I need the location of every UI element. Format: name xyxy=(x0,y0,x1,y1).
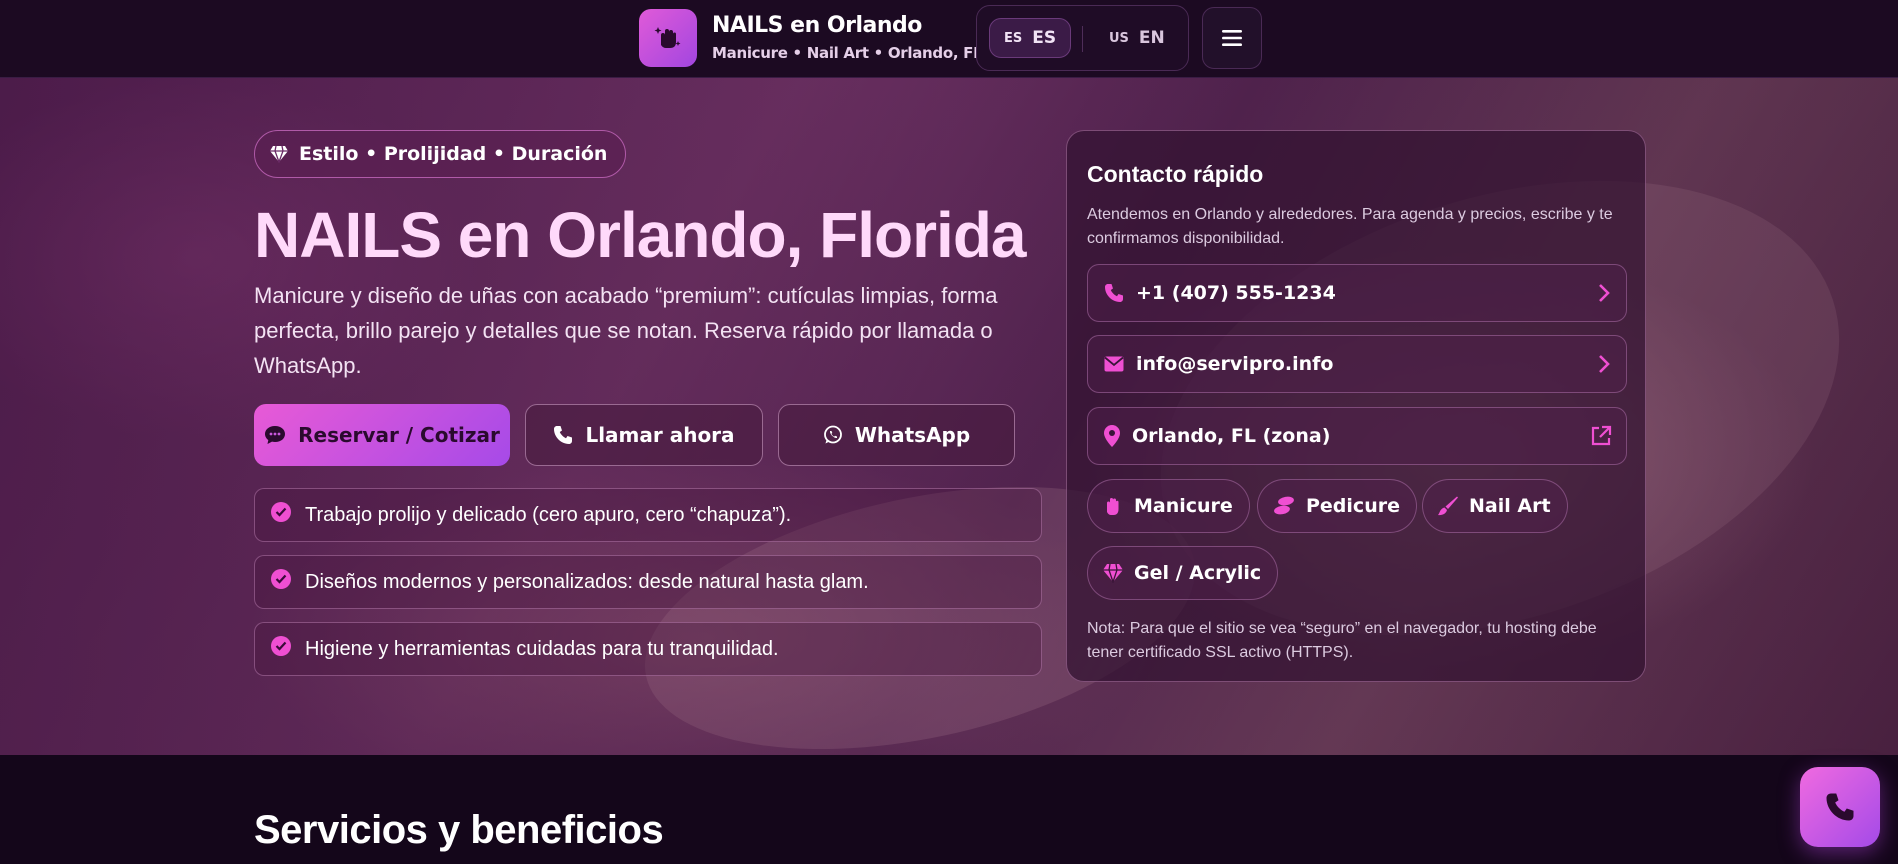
footprints-icon xyxy=(1274,496,1294,515)
gem-icon xyxy=(270,145,288,163)
flag-es-icon: ES xyxy=(1004,30,1023,46)
top-navbar: NAILS en Orlando Manicure • Nail Art • O… xyxy=(0,0,1898,78)
contact-location-text: Orlando, FL (zona) xyxy=(1132,425,1331,447)
service-chip-pedicure[interactable]: Pedicure xyxy=(1257,479,1417,533)
language-en-button[interactable]: US EN xyxy=(1095,18,1179,58)
whatsapp-button[interactable]: WhatsApp xyxy=(778,404,1015,466)
menu-button[interactable] xyxy=(1202,7,1262,69)
hero-section: Estilo • Prolijidad • Duración NAILS en … xyxy=(0,78,1898,755)
feature-item: Diseños modernos y personalizados: desde… xyxy=(254,555,1042,609)
brand-subtitle: Manicure • Nail Art • Orlando, FL xyxy=(712,44,983,62)
flag-us-icon: US xyxy=(1109,30,1129,46)
brand-title[interactable]: NAILS en Orlando xyxy=(712,13,922,38)
feature-text: Diseños modernos y personalizados: desde… xyxy=(305,570,869,593)
brand-logo[interactable] xyxy=(639,9,697,67)
chevron-right-icon xyxy=(1599,284,1610,302)
contact-location-link[interactable]: Orlando, FL (zona) xyxy=(1087,407,1627,465)
quick-contact-description: Atendemos en Orlando y alrededores. Para… xyxy=(1087,206,1613,247)
phone-icon xyxy=(554,426,573,444)
language-divider xyxy=(1082,26,1083,52)
check-circle-icon xyxy=(271,636,291,656)
chat-bubble-icon xyxy=(265,426,286,444)
tagline-badge: Estilo • Prolijidad • Duración xyxy=(254,130,627,178)
ssl-note: Nota: Para que el sitio se vea “seguro” … xyxy=(1087,620,1597,661)
service-chip-label: Nail Art xyxy=(1469,495,1551,517)
phone-icon xyxy=(1826,793,1854,821)
service-chip-label: Gel / Acrylic xyxy=(1134,562,1262,584)
language-switcher: ES ES US EN xyxy=(976,5,1189,71)
services-section-title: Servicios y beneficios xyxy=(254,808,664,852)
hero-title: NAILS en Orlando, Florida xyxy=(254,199,1026,271)
language-code: EN xyxy=(1138,28,1165,48)
feature-item: Trabajo prolijo y delicado (cero apuro, … xyxy=(254,488,1042,542)
sparkle-hand-icon xyxy=(654,27,681,48)
feature-text: Trabajo prolijo y delicado (cero apuro, … xyxy=(305,503,792,526)
quick-contact-card: Contacto rápido Atendemos en Orlando y a… xyxy=(1066,130,1646,682)
gem-icon xyxy=(1103,563,1123,583)
language-code: ES xyxy=(1032,28,1057,48)
service-chip-label: Pedicure xyxy=(1306,495,1400,517)
language-es-button[interactable]: ES ES xyxy=(989,18,1072,58)
whatsapp-icon xyxy=(823,425,842,444)
whatsapp-label: WhatsApp xyxy=(854,423,971,447)
contact-email-text: info@servipro.info xyxy=(1136,353,1334,375)
service-chip-manicure[interactable]: Manicure xyxy=(1087,479,1250,533)
check-circle-icon xyxy=(271,502,291,522)
feature-item: Higiene y herramientas cuidadas para tu … xyxy=(254,622,1042,676)
envelope-icon xyxy=(1104,356,1124,372)
floating-call-button[interactable] xyxy=(1800,767,1880,847)
phone-icon xyxy=(1105,284,1123,302)
contact-email-link[interactable]: info@servipro.info xyxy=(1087,335,1627,393)
map-pin-icon xyxy=(1104,425,1120,447)
hero-description: Manicure y diseño de uñas con acabado “p… xyxy=(254,283,998,378)
quick-contact-title: Contacto rápido xyxy=(1087,161,1264,187)
badge-label: Estilo • Prolijidad • Duración xyxy=(299,143,608,165)
hamburger-icon xyxy=(1222,30,1242,46)
feature-text: Higiene y herramientas cuidadas para tu … xyxy=(305,637,779,660)
book-quote-button[interactable]: Reservar / Cotizar xyxy=(254,404,510,466)
external-link-icon xyxy=(1591,425,1612,446)
service-chip-gel-acrylic[interactable]: Gel / Acrylic xyxy=(1087,546,1279,600)
contact-phone-link[interactable]: +1 (407) 555-1234 xyxy=(1087,264,1627,322)
call-now-button[interactable]: Llamar ahora xyxy=(525,404,763,466)
call-now-label: Llamar ahora xyxy=(585,423,735,447)
chevron-right-icon xyxy=(1599,355,1610,373)
contact-phone-text: +1 (407) 555-1234 xyxy=(1136,282,1336,304)
check-circle-icon xyxy=(271,569,291,589)
paintbrush-icon xyxy=(1438,496,1458,516)
book-quote-label: Reservar / Cotizar xyxy=(298,423,500,447)
service-chip-label: Manicure xyxy=(1134,495,1233,517)
service-chip-nail-art[interactable]: Nail Art xyxy=(1422,479,1568,533)
hand-icon xyxy=(1107,498,1119,515)
